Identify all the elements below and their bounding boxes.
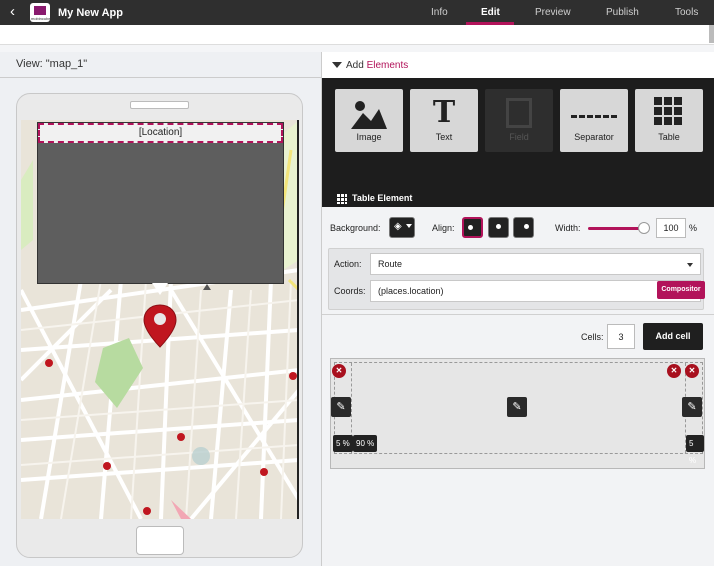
add-cell-button[interactable]: Add cell: [643, 323, 703, 350]
add-elements-toggle[interactable]: Add Elements: [332, 60, 408, 71]
cell-1-width: 5 %: [333, 435, 353, 452]
delete-cell-1-icon[interactable]: ✕: [332, 364, 346, 378]
caret-down-icon: [332, 62, 342, 69]
tab-info[interactable]: Info: [431, 7, 448, 18]
tab-edit[interactable]: Edit: [481, 7, 500, 18]
compositor-button[interactable]: Compositor: [657, 281, 705, 299]
view-label: View: "map_1": [16, 58, 88, 70]
phone-home-button: [136, 526, 184, 555]
dropdown-caret-icon: [406, 224, 412, 228]
field-icon: [506, 98, 532, 128]
table-icon: [654, 97, 682, 125]
app-logo: mobincube: [30, 3, 51, 22]
text-icon: T: [432, 95, 456, 130]
width-unit: %: [689, 223, 698, 233]
location-label[interactable]: [Location]: [38, 123, 283, 143]
delete-cell-3-icon[interactable]: ✕: [685, 364, 699, 378]
location-pin-icon[interactable]: [143, 303, 177, 351]
align-right-button[interactable]: [513, 217, 534, 238]
cell-3-width: 5 %: [686, 435, 704, 465]
tab-publish[interactable]: Publish: [606, 7, 639, 18]
palette-table[interactable]: Table: [635, 89, 703, 152]
width-slider-knob[interactable]: [638, 222, 650, 234]
background-label: Background:: [330, 223, 381, 233]
properties-panel: Background: ◈ Align: Width: 100 % Action…: [322, 207, 714, 566]
palette-image[interactable]: Image: [335, 89, 403, 152]
map-screen[interactable]: [Location]: [21, 120, 299, 519]
header-strip: [0, 44, 714, 52]
back-chevron-icon[interactable]: ‹: [10, 3, 15, 20]
coords-input[interactable]: (places.location): [370, 280, 701, 302]
align-label: Align:: [432, 223, 455, 233]
action-label: Action:: [334, 259, 362, 269]
phone-frame: [Location]: [16, 93, 303, 558]
cell-2-width: 90 %: [353, 435, 378, 452]
tab-preview[interactable]: Preview: [535, 7, 571, 18]
align-center-button[interactable]: [488, 217, 509, 238]
app-title: My New App: [58, 7, 123, 19]
edit-cell-2-pencil-icon[interactable]: ✎: [507, 397, 527, 417]
top-bar: ‹ mobincube My New App Info Edit Preview…: [0, 0, 714, 25]
palette-field: Field: [485, 89, 553, 152]
coords-label: Coords:: [334, 286, 366, 296]
background-picker[interactable]: ◈: [389, 217, 415, 238]
map-popup: [Location]: [37, 122, 284, 284]
table-element-heading: Table Element: [337, 193, 412, 204]
phone-speaker: [130, 101, 189, 109]
palette-separator[interactable]: Separator: [560, 89, 628, 152]
width-label: Width:: [555, 223, 581, 233]
table-small-icon: [337, 193, 347, 204]
image-icon: [351, 101, 387, 129]
edit-cell-1-pencil-icon[interactable]: ✎: [331, 397, 351, 417]
delete-cell-2-icon[interactable]: ✕: [667, 364, 681, 378]
divider: [322, 314, 714, 315]
active-tab-indicator: [466, 22, 514, 25]
cells-label: Cells:: [581, 332, 604, 342]
scrollbar[interactable]: [709, 25, 714, 43]
popup-caret: [152, 283, 168, 295]
table-cells-preview: ✕ ✕ ✕ ✎ ✎ ✎ 5 % 90 % 5 %: [330, 358, 705, 469]
chevron-down-icon: [687, 263, 693, 267]
width-slider-track[interactable]: [588, 227, 642, 230]
elements-palette: Image T Text Field Separator Table Table…: [322, 78, 714, 207]
action-select[interactable]: Route: [370, 253, 701, 275]
cells-count-input[interactable]: 3: [607, 324, 635, 349]
action-box: Action: Route Coords: (places.location) …: [328, 248, 705, 310]
align-left-button[interactable]: [462, 217, 483, 238]
palette-text[interactable]: T Text: [410, 89, 478, 152]
width-input[interactable]: 100: [656, 218, 686, 238]
divider: [0, 77, 321, 78]
edit-cell-3-pencil-icon[interactable]: ✎: [682, 397, 702, 417]
tab-tools[interactable]: Tools: [675, 7, 698, 18]
paint-bucket-icon: ◈: [394, 221, 402, 232]
separator-icon: [571, 115, 617, 118]
